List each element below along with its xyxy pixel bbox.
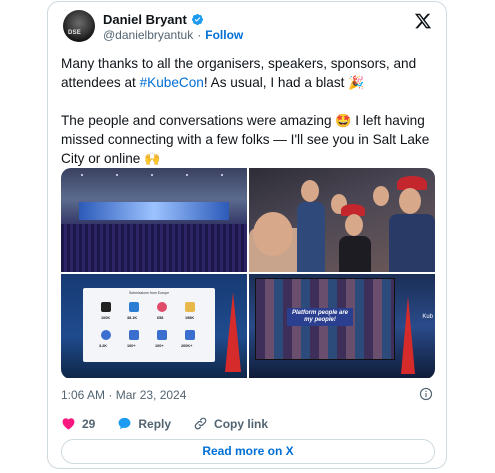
presentation-slide: Submissions from Europe 100K 38.1K 658 1… [83,288,215,362]
ceiling-light [81,174,83,176]
slide-stat: 100+ [155,344,164,348]
follow-button[interactable]: Follow [205,28,243,42]
hashtag-link[interactable]: #KubeCon [140,75,204,90]
tweet-card: DSE Daniel Bryant @danielbryantuk · Foll… [47,1,447,469]
like-count: 29 [82,416,96,431]
stage-screen [79,202,229,220]
photo-stats-slide[interactable]: Submissions from Europe 100K 38.1K 658 1… [61,274,247,378]
read-more-button[interactable]: Read more on X [61,439,435,464]
person [399,188,421,214]
eiffel-tower-decoration [401,296,415,374]
person [389,214,435,272]
linkedin-icon [129,302,139,312]
slide-stat: 198K [185,316,195,320]
author-name[interactable]: Daniel Bryant [103,12,187,27]
photo-platform-people[interactable]: Platform people are my people! Kub [249,274,435,378]
author-handle-row: @danielbryantuk · Follow [103,28,243,42]
photo-group-selfie[interactable] [249,168,435,272]
photo-keynote-hall[interactable] [61,168,247,272]
tweet-text-segment: The people and conversations were amazin… [61,113,336,128]
slide-stat: 100+ [127,344,136,348]
person [253,212,293,256]
ceiling-light [186,174,188,176]
author-handle[interactable]: @danielbryantuk [103,28,193,42]
slide-stat: 100K [101,316,111,320]
book-icon [129,330,139,340]
meetup-icon [157,302,167,312]
reply-label: Reply [138,416,172,431]
tweet-paragraph-2: The people and conversations were amazin… [61,111,435,168]
slide-stat: 38.1K [127,316,138,320]
ceiling-light [151,174,153,176]
person [339,236,371,272]
globe-icon [157,330,167,340]
heart-icon [62,418,75,430]
tweet-paragraph-1: Many thanks to all the organisers, speak… [61,54,435,92]
person [345,214,363,236]
reply-button[interactable]: Reply [117,416,171,431]
kubecon-sign: Kub [422,314,433,320]
person [297,202,325,272]
slide-stat: 3.2K [99,344,108,348]
author-name-row: Daniel Bryant [103,12,204,27]
tweet-text-segment: ! As usual, I had a blast [203,75,349,90]
avatar-text: DSE [68,30,81,36]
separator-dot: · [197,28,202,42]
reply-bubble-icon [118,417,131,430]
avatar[interactable]: DSE [63,10,95,42]
copy-link-button[interactable]: Copy link [193,416,268,431]
link-icon [194,417,207,430]
ceiling-light [116,174,118,176]
party-popper-emoji: 🎉 [348,75,365,90]
like-button[interactable]: 29 [61,416,95,431]
crowd [61,224,247,272]
action-bar: 29 Reply Copy link [61,416,290,431]
person [373,186,389,206]
star-struck-emoji: 🤩 [335,113,352,128]
verified-badge-icon [191,13,203,26]
x-logo-icon[interactable] [414,12,432,30]
slide-stat: 200K+ [181,344,193,348]
media-grid: Submissions from Europe 100K 38.1K 658 1… [61,168,435,379]
person-icon [101,330,111,340]
raising-hands-emoji: 🙌 [144,151,161,166]
platform-people-caption: Platform people are my people! [287,308,353,326]
info-icon[interactable] [419,387,433,401]
slide-title: Submissions from Europe [128,291,170,295]
github-icon [101,302,111,312]
copy-link-label: Copy link [214,416,269,431]
person [301,180,319,202]
kubernetes-icon [185,330,195,340]
slide-stat: 658 [157,316,164,320]
slack-icon [185,302,195,312]
ceiling-light [221,174,223,176]
eiffel-tower-decoration [225,292,241,372]
tweet-timestamp[interactable]: 1:06 AM · Mar 23, 2024 [61,388,186,402]
